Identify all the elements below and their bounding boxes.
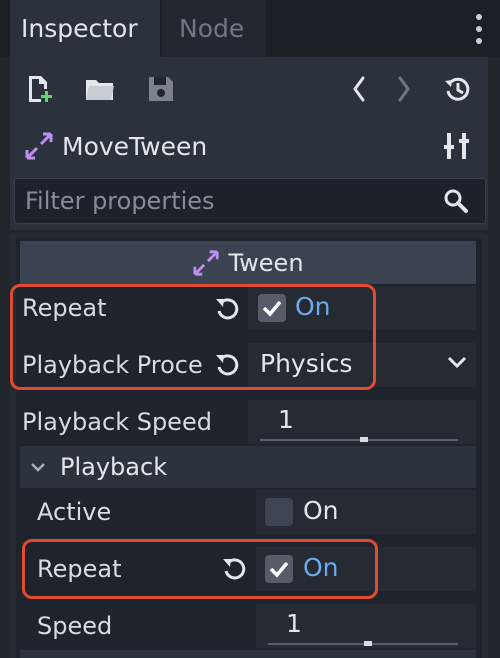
playback-speed-label: Playback Speed <box>22 408 212 436</box>
section-title: Tween <box>228 248 304 277</box>
speed-slider-grabber[interactable] <box>364 641 372 646</box>
playback-speed-slider-grabber[interactable] <box>360 437 368 442</box>
tools-icon[interactable] <box>443 131 471 161</box>
more-menu-icon[interactable] <box>472 12 486 46</box>
filter-properties-input[interactable]: Filter properties <box>14 178 486 224</box>
tween-icon <box>24 131 54 161</box>
chevron-down-icon <box>446 354 468 370</box>
playback-speed-value: 1 <box>278 405 294 434</box>
active-label: Active <box>37 498 112 526</box>
speed-slider-track[interactable] <box>268 643 458 645</box>
active-checkbox[interactable] <box>265 498 293 526</box>
object-history-icon[interactable] <box>443 74 473 104</box>
subsection-playback[interactable]: Playback <box>20 446 476 488</box>
node-name: MoveTween <box>62 131 208 161</box>
highlight-box-repeat-top <box>10 284 376 390</box>
history-back-icon[interactable] <box>344 74 374 104</box>
tab-node[interactable]: Node <box>162 0 266 57</box>
speed-label: Speed <box>37 612 113 640</box>
filter-placeholder: Filter properties <box>25 187 215 215</box>
panel-bottom-strip <box>20 650 476 658</box>
speed-value: 1 <box>286 609 302 638</box>
section-header-tween[interactable]: Tween <box>20 241 476 284</box>
open-folder-icon[interactable] <box>85 74 115 104</box>
save-icon[interactable] <box>146 74 176 104</box>
subsection-title: Playback <box>60 453 168 481</box>
highlight-box-repeat-bottom <box>22 539 378 599</box>
tab-inspector-label: Inspector <box>21 14 138 43</box>
active-value: On <box>303 496 339 525</box>
tab-node-label: Node <box>179 14 245 43</box>
playback-speed-slider-track[interactable] <box>260 439 458 441</box>
history-forward-icon[interactable] <box>389 74 419 104</box>
search-icon <box>443 188 469 214</box>
new-resource-icon[interactable] <box>24 74 54 104</box>
chevron-down-icon <box>31 463 45 472</box>
tab-inspector[interactable]: Inspector <box>10 0 160 57</box>
tween-section-icon <box>193 249 220 276</box>
